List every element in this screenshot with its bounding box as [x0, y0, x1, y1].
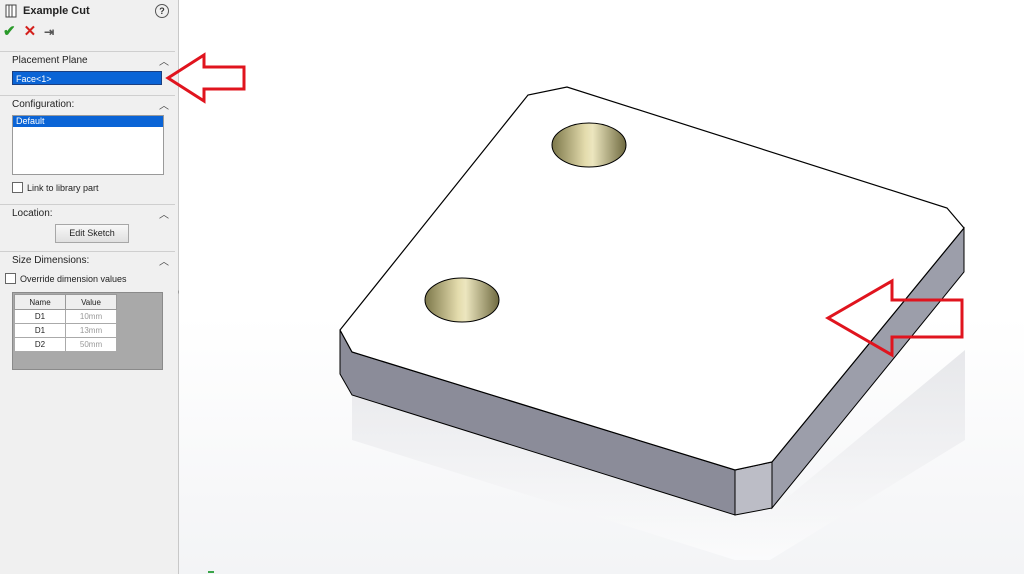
dimension-name-cell: D1	[14, 323, 66, 338]
dimension-name-cell: D2	[14, 337, 66, 352]
link-to-library-checkbox[interactable]: Link to library part	[12, 182, 99, 193]
list-item[interactable]: Default	[13, 116, 163, 127]
arrow-annotation-icon	[165, 52, 246, 104]
checkbox-label: Link to library part	[27, 182, 99, 193]
section-label: Size Dimensions:	[12, 255, 90, 266]
section-size-dimensions[interactable]: Size Dimensions: ︿	[0, 251, 175, 268]
hole-feature[interactable]	[424, 277, 500, 323]
checkbox-box[interactable]	[12, 182, 23, 193]
table-row[interactable]: D1 13mm	[14, 323, 117, 338]
checkbox-label: Override dimension values	[20, 273, 127, 284]
chevron-up-icon[interactable]: ︿	[159, 253, 169, 268]
checkbox-box[interactable]	[5, 273, 16, 284]
dimension-value-cell[interactable]: 13mm	[65, 323, 117, 338]
hole-feature[interactable]	[551, 122, 627, 168]
dimension-value-cell[interactable]: 10mm	[65, 309, 117, 324]
dimension-name-cell: D1	[14, 309, 66, 324]
table-row[interactable]: D1 10mm	[14, 309, 117, 324]
configuration-list[interactable]: Default	[12, 115, 164, 175]
model-view	[208, 86, 965, 573]
dimensions-table-container: Name Value D1 10mm D1 13mm D2 50mm	[12, 292, 163, 370]
graphics-area[interactable]	[179, 0, 1024, 574]
table-row[interactable]: D2 50mm	[14, 337, 117, 352]
dimension-value-cell[interactable]: 50mm	[65, 337, 117, 352]
section-location[interactable]: Location: ︿	[0, 204, 175, 221]
dimensions-table: Name Value D1 10mm D1 13mm D2 50mm	[14, 294, 117, 352]
section-label: Location:	[12, 208, 53, 219]
override-dimension-checkbox[interactable]: Override dimension values	[5, 273, 127, 284]
part-corner-face	[734, 461, 773, 516]
column-header-name: Name	[14, 294, 66, 310]
column-header-value: Value	[65, 294, 117, 310]
edit-sketch-button[interactable]: Edit Sketch	[55, 224, 129, 243]
chevron-up-icon[interactable]: ︿	[159, 206, 169, 221]
